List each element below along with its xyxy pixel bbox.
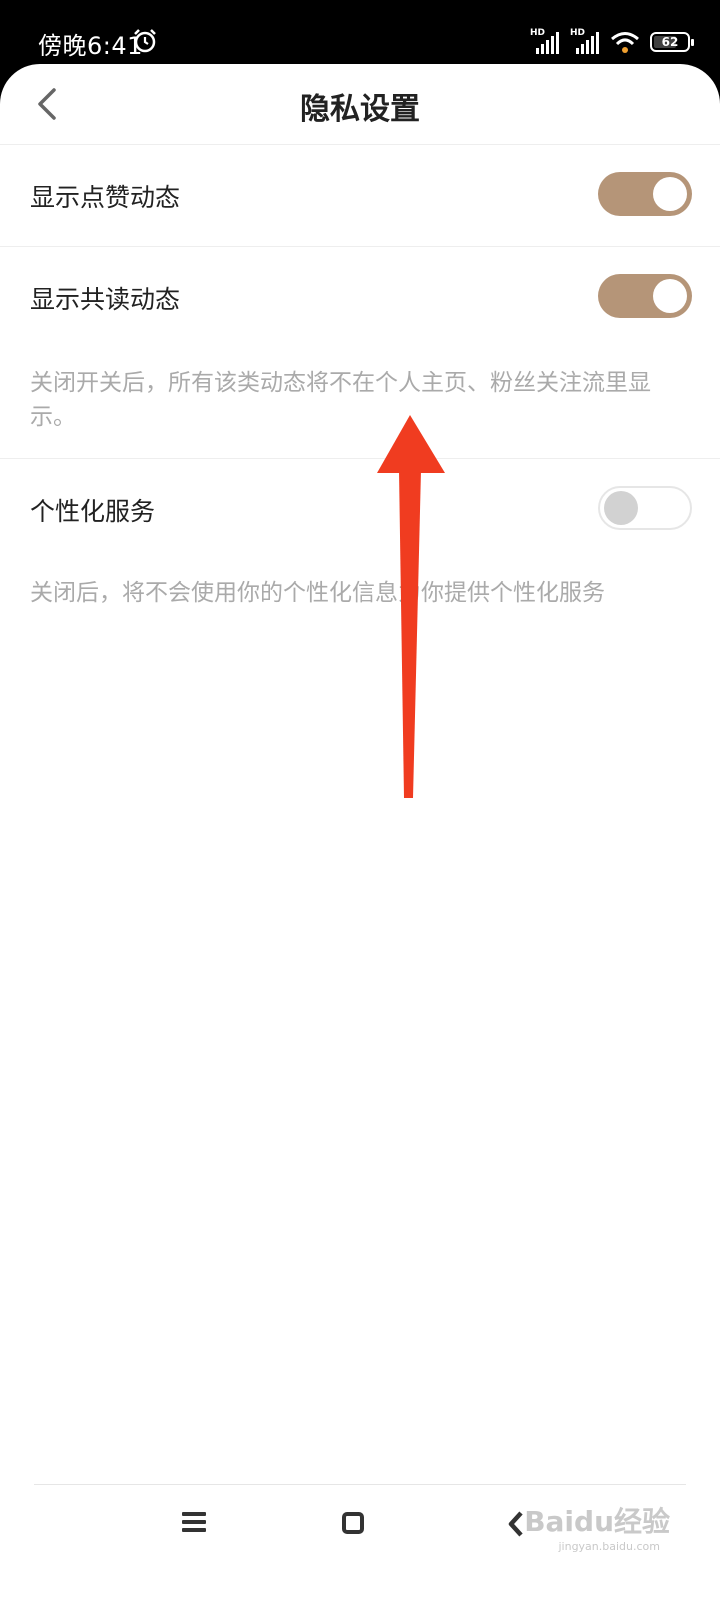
setting-label-coreading: 显示共读动态 [30, 285, 181, 314]
toggle-likes[interactable] [598, 172, 692, 216]
setting-row-coreading: 显示共读动态 [0, 247, 720, 348]
alarm-icon [134, 29, 156, 53]
battery-level: 62 [661, 35, 679, 49]
status-time: 傍晚6:41 [38, 32, 143, 60]
toggle-coreading[interactable] [598, 274, 692, 318]
home-icon[interactable] [342, 1512, 364, 1534]
activity-description: 关闭开关后，所有该类动态将不在个人主页、粉丝关注流里显示。 [0, 348, 720, 459]
wifi-icon [611, 32, 639, 53]
signal-icon: HD [570, 28, 600, 56]
toggle-knob [604, 491, 638, 525]
privacy-settings-page: 隐私设置 显示点赞动态 显示共读动态 关闭开关后，所有该类动态将不在个人主页、粉… [0, 64, 720, 1600]
signal-icon: HD [530, 28, 560, 56]
setting-label-likes: 显示点赞动态 [30, 183, 181, 212]
nav-divider [34, 1484, 686, 1485]
status-icons: HD HD 62 [530, 26, 694, 58]
battery-icon: 62 [650, 32, 694, 52]
toggle-knob [653, 177, 687, 211]
watermark-url: jingyan.baidu.com [558, 1540, 660, 1553]
menu-icon[interactable] [182, 1512, 206, 1534]
header: 隐私设置 [0, 64, 720, 145]
setting-label-personalization: 个性化服务 [30, 497, 156, 526]
setting-row-likes: 显示点赞动态 [0, 145, 720, 247]
toggle-knob [653, 279, 687, 313]
personalization-description: 关闭后，将不会使用你的个性化信息为你提供个性化服务 [30, 580, 605, 606]
toggle-personalization[interactable] [598, 486, 692, 530]
nav-back-icon[interactable] [506, 1510, 526, 1538]
setting-row-personalization: 个性化服务 [0, 459, 720, 560]
page-title: 隐私设置 [300, 92, 420, 127]
watermark-logo: Baidu经验 [524, 1505, 670, 1538]
